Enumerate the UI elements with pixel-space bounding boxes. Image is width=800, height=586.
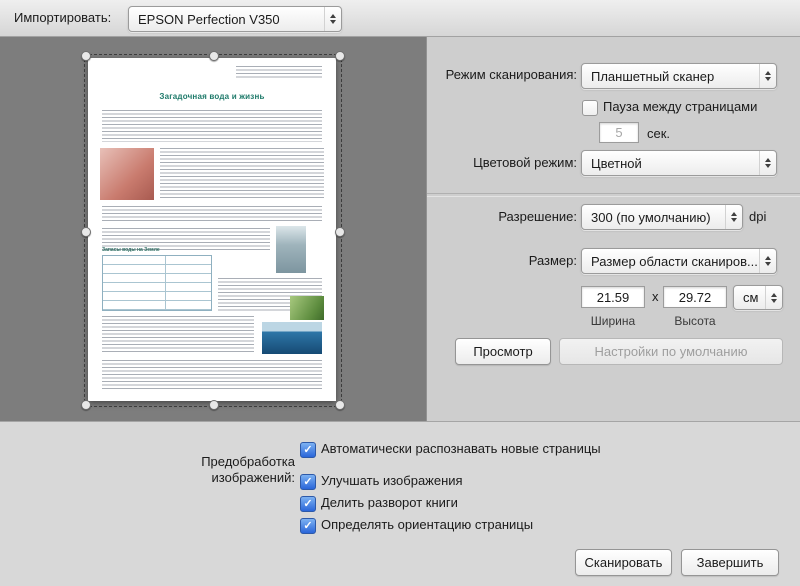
- selection-handle[interactable]: [81, 51, 91, 61]
- preview-pane: Загадочная вода и жизнь Запасы воды на З…: [0, 37, 427, 421]
- width-input[interactable]: [581, 286, 645, 308]
- chevron-up-down-icon: [324, 7, 341, 31]
- detect-orientation-label: Определять ориентацию страницы: [321, 517, 533, 532]
- checkmark-icon: ✓: [303, 445, 312, 456]
- chevron-up-down-icon: [759, 249, 776, 273]
- selection-handle[interactable]: [335, 227, 345, 237]
- selection-handle[interactable]: [81, 227, 91, 237]
- selection-handle[interactable]: [209, 51, 219, 61]
- pause-seconds-input[interactable]: [599, 122, 639, 143]
- resolution-label: Разрешение:: [427, 209, 577, 224]
- height-input[interactable]: [663, 286, 727, 308]
- dpi-label: dpi: [749, 209, 766, 224]
- import-label: Импортировать:: [14, 10, 111, 25]
- selection-handle[interactable]: [209, 400, 219, 410]
- detect-new-pages-checkbox[interactable]: ✓: [300, 442, 316, 458]
- enhance-images-checkbox[interactable]: ✓: [300, 474, 316, 490]
- settings-separator: [427, 193, 800, 197]
- split-book-spread-label: Делить разворот книги: [321, 495, 458, 510]
- detect-orientation-checkbox[interactable]: ✓: [300, 518, 316, 534]
- settings-pane: Режим сканирования: Планшетный сканер Па…: [427, 37, 800, 421]
- done-button[interactable]: Завершить: [681, 549, 779, 576]
- checkmark-icon: ✓: [303, 521, 312, 532]
- color-mode-label: Цветовой режим:: [427, 155, 577, 170]
- pause-label: Пауза между страницами: [603, 99, 757, 114]
- chevron-up-down-icon: [725, 205, 742, 229]
- selection-handle[interactable]: [335, 51, 345, 61]
- defaults-button: Настройки по умолчанию: [559, 338, 783, 365]
- width-caption: Ширина: [581, 314, 645, 328]
- detect-new-pages-label: Автоматически распознавать новые страниц…: [321, 441, 601, 456]
- selection-handle[interactable]: [81, 400, 91, 410]
- postprocessing-pane: Предобработка изображений: ✓ Автоматичес…: [0, 421, 800, 586]
- split-book-spread-checkbox[interactable]: ✓: [300, 496, 316, 512]
- resolution-select[interactable]: 300 (по умолчанию): [581, 204, 743, 230]
- postprocessing-label: Предобработка изображений:: [135, 454, 295, 486]
- color-mode-value: Цветной: [582, 156, 759, 171]
- size-select[interactable]: Размер области сканиров...: [581, 248, 777, 274]
- selection-marquee[interactable]: [84, 54, 342, 407]
- scan-mode-select[interactable]: Планшетный сканер: [581, 63, 777, 89]
- height-caption: Высота: [663, 314, 727, 328]
- color-mode-select[interactable]: Цветной: [581, 150, 777, 176]
- units-value: см: [734, 290, 765, 305]
- seconds-unit-label: сек.: [647, 126, 670, 141]
- checkmark-icon: ✓: [303, 499, 312, 510]
- resolution-value: 300 (по умолчанию): [582, 210, 725, 225]
- units-select[interactable]: см: [733, 285, 783, 310]
- pause-checkbox[interactable]: [582, 100, 598, 116]
- checkmark-icon: ✓: [303, 477, 312, 488]
- enhance-images-label: Улучшать изображения: [321, 473, 463, 488]
- size-value: Размер области сканиров...: [582, 254, 759, 269]
- preview-button[interactable]: Просмотр: [455, 338, 551, 365]
- size-label: Размер:: [427, 253, 577, 268]
- import-device-select[interactable]: EPSON Perfection V350: [128, 6, 342, 32]
- scan-mode-value: Планшетный сканер: [582, 69, 759, 84]
- chevron-up-down-icon: [759, 151, 776, 175]
- import-device-value: EPSON Perfection V350: [129, 12, 324, 27]
- chevron-up-down-icon: [759, 64, 776, 88]
- scanner-import-window: Импортировать: EPSON Perfection V350 Заг…: [0, 0, 800, 586]
- scan-mode-label: Режим сканирования:: [427, 67, 577, 82]
- toolbar: Импортировать: EPSON Perfection V350: [0, 0, 800, 37]
- chevron-up-down-icon: [765, 286, 782, 309]
- selection-handle[interactable]: [335, 400, 345, 410]
- scan-button[interactable]: Сканировать: [575, 549, 672, 576]
- dimension-separator: x: [652, 289, 659, 304]
